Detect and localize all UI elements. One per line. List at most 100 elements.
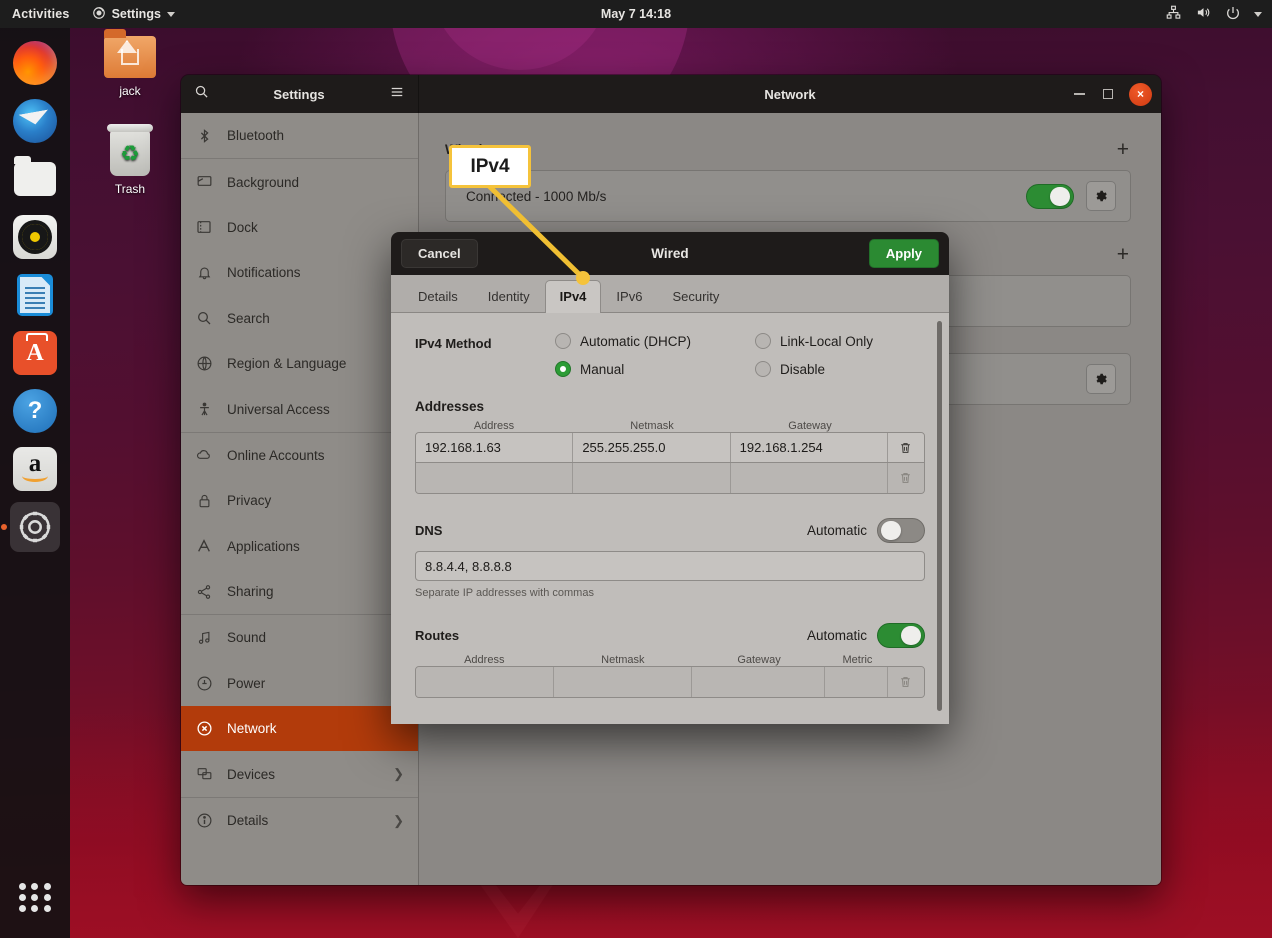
dialog-scrollbar[interactable]: [937, 321, 942, 711]
routes-automatic-toggle[interactable]: [877, 623, 925, 648]
route-netmask-input[interactable]: [553, 667, 692, 697]
column-header-metric: Metric: [842, 654, 873, 666]
sidebar-item-region-language[interactable]: Region & Language: [181, 341, 418, 386]
sidebar-item-label: Region & Language: [227, 356, 347, 372]
gateway-input[interactable]: [730, 463, 888, 493]
trash-icon[interactable]: [887, 667, 924, 697]
hamburger-menu-icon[interactable]: [389, 85, 405, 104]
tab-identity[interactable]: Identity: [473, 280, 545, 313]
minimize-button[interactable]: [1071, 86, 1087, 102]
clock[interactable]: May 7 14:18: [0, 7, 1272, 21]
tab-ipv6[interactable]: IPv6: [601, 280, 657, 313]
routes-column-headers: Address Netmask Gateway Metric: [415, 654, 925, 666]
sidebar-item-label: Sharing: [227, 584, 274, 600]
sidebar-item-sharing[interactable]: Sharing: [181, 569, 418, 614]
radio-link-local-only[interactable]: Link-Local Only: [755, 333, 873, 349]
maximize-button[interactable]: [1100, 86, 1116, 102]
sidebar-item-privacy[interactable]: Privacy: [181, 478, 418, 523]
trash-icon[interactable]: [887, 433, 924, 462]
sidebar-item-background[interactable]: Background: [181, 159, 418, 204]
apply-button[interactable]: Apply: [868, 239, 939, 268]
system-status-area[interactable]: [1165, 5, 1262, 24]
sidebar-header: Settings: [181, 75, 419, 113]
route-metric-input[interactable]: [824, 667, 888, 697]
applications-icon: [195, 537, 213, 555]
plus-icon[interactable]: +: [1117, 139, 1129, 160]
sidebar-item-notifications[interactable]: Notifications: [181, 250, 418, 295]
address-row[interactable]: [416, 463, 924, 493]
show-applications-button[interactable]: [12, 874, 58, 920]
radio-indicator: [755, 333, 771, 349]
trash-icon[interactable]: [887, 463, 924, 493]
dock-item-thunderbird[interactable]: [10, 96, 60, 146]
status-caret-down-icon[interactable]: [1254, 11, 1262, 17]
wired-connection-dialog: Cancel Wired Apply Details Identity IPv4…: [391, 232, 949, 724]
sidebar-item-applications[interactable]: Applications: [181, 524, 418, 569]
netmask-input[interactable]: [573, 463, 731, 493]
radio-label: Disable: [780, 361, 826, 377]
dock-item-help[interactable]: ?: [10, 386, 60, 436]
tab-ipv4[interactable]: IPv4: [544, 280, 602, 313]
route-gateway-input[interactable]: [691, 667, 825, 697]
activities-button[interactable]: Activities: [0, 3, 80, 25]
dock-item-rhythmbox[interactable]: [10, 212, 60, 262]
radio-automatic-dhcp[interactable]: Automatic (DHCP): [555, 333, 755, 349]
sidebar-item-label: Devices: [227, 766, 276, 782]
dns-automatic-toggle[interactable]: [877, 518, 925, 543]
addresses-column-headers: Address Netmask Gateway: [415, 420, 925, 432]
sidebar-item-online-accounts[interactable]: Online Accounts: [181, 433, 418, 478]
ubuntu-software-icon: A: [13, 331, 57, 375]
search-icon[interactable]: [194, 84, 209, 104]
dock-item-ubuntu-software[interactable]: A: [10, 328, 60, 378]
app-menu-button[interactable]: Settings: [84, 2, 183, 27]
cancel-button[interactable]: Cancel: [401, 239, 478, 268]
sidebar-item-label: Power: [227, 675, 266, 691]
dock-item-settings[interactable]: [10, 502, 60, 552]
radio-manual[interactable]: Manual: [555, 361, 755, 377]
address-input[interactable]: [416, 463, 574, 493]
network-wired-icon: [1165, 5, 1182, 23]
info-icon: [195, 812, 213, 830]
gear-icon[interactable]: [1086, 181, 1116, 211]
tab-details[interactable]: Details: [403, 280, 473, 313]
desktop-icon-home-label: jack: [119, 84, 141, 98]
dock-item-libreoffice-writer[interactable]: [10, 270, 60, 320]
plus-icon[interactable]: +: [1117, 244, 1129, 265]
gear-icon[interactable]: [1086, 364, 1116, 394]
sidebar-item-label: Bluetooth: [227, 128, 285, 144]
address-input[interactable]: 192.168.1.63: [416, 433, 574, 462]
network-enable-toggle[interactable]: [1026, 183, 1074, 209]
dock-item-amazon[interactable]: a: [10, 444, 60, 494]
route-address-input[interactable]: [416, 667, 554, 697]
sidebar-item-label: Privacy: [227, 493, 272, 509]
sidebar-item-universal-access[interactable]: Universal Access: [181, 386, 418, 431]
netmask-input[interactable]: 255.255.255.0: [573, 433, 731, 462]
help-icon: ?: [13, 389, 57, 433]
desktop-icon-trash[interactable]: ♻ Trash: [90, 124, 170, 196]
desktop-icon-home[interactable]: jack: [90, 29, 170, 98]
sidebar-item-power[interactable]: Power: [181, 661, 418, 706]
sidebar-item-dock[interactable]: Dock: [181, 205, 418, 250]
tab-security[interactable]: Security: [657, 280, 734, 313]
sidebar-item-sound[interactable]: Sound: [181, 615, 418, 660]
sidebar-item-devices[interactable]: Devices ❯: [181, 751, 418, 796]
dock-item-firefox[interactable]: [10, 38, 60, 88]
annotation-callout-label: IPv4: [470, 155, 510, 177]
sidebar-item-network[interactable]: Network: [181, 706, 418, 752]
dialog-header: Cancel Wired Apply: [391, 232, 949, 275]
sidebar[interactable]: Bluetooth Background Dock Notifications …: [181, 113, 419, 885]
chevron-right-icon: ❯: [393, 812, 404, 828]
sidebar-item-search[interactable]: Search: [181, 296, 418, 341]
gateway-input[interactable]: 192.168.1.254: [730, 433, 888, 462]
network-status-label: Connected - 1000 Mb/s: [466, 188, 607, 204]
route-row[interactable]: [416, 667, 924, 697]
radio-disable[interactable]: Disable: [755, 361, 873, 377]
sidebar-item-details[interactable]: Details ❯: [181, 798, 418, 843]
close-button[interactable]: ×: [1129, 82, 1152, 106]
dock-item-files[interactable]: [10, 154, 60, 204]
rhythmbox-icon: [13, 215, 57, 259]
dns-input[interactable]: 8.8.4.4, 8.8.8.8: [415, 551, 925, 581]
network-row-wired[interactable]: Connected - 1000 Mb/s: [445, 170, 1131, 222]
sidebar-item-bluetooth[interactable]: Bluetooth: [181, 113, 418, 158]
address-row[interactable]: 192.168.1.63 255.255.255.0 192.168.1.254: [416, 433, 924, 463]
